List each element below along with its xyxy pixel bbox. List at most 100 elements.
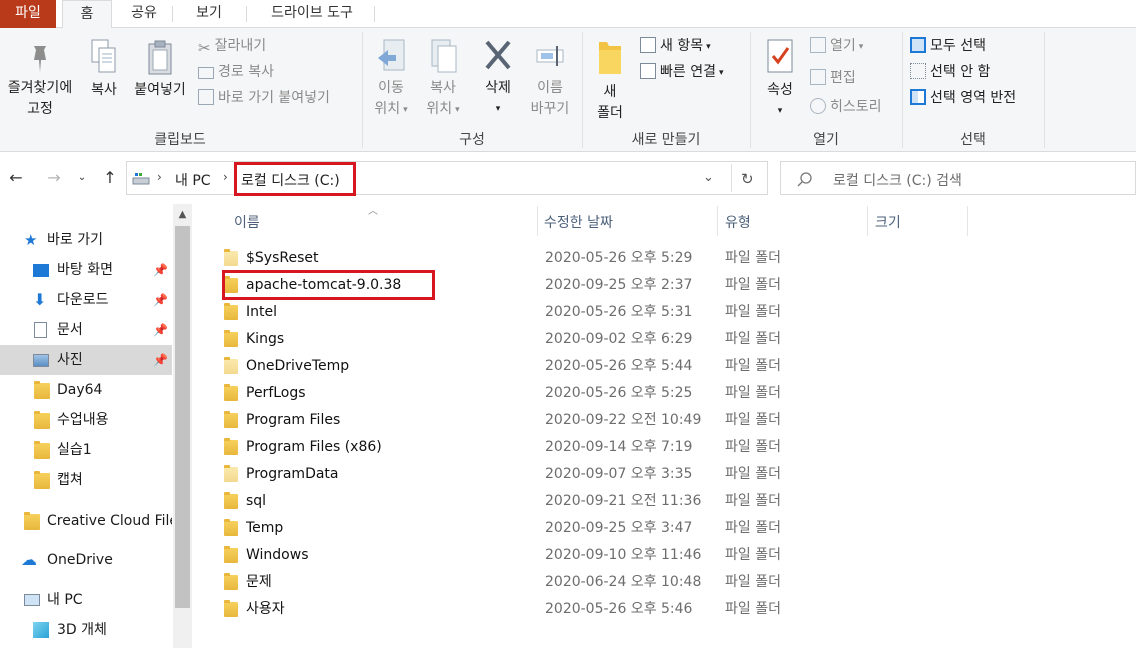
tab-drive-tools[interactable]: 드라이브 도구 bbox=[250, 0, 374, 28]
folder-icon bbox=[34, 471, 50, 489]
file-name: $SysReset bbox=[246, 250, 319, 266]
tab-share[interactable]: 공유 bbox=[116, 0, 172, 28]
search-input[interactable]: 로컬 디스크 (C:) 검색 bbox=[833, 170, 962, 190]
sidebar-item-desktop[interactable]: 바탕 화면 📌 bbox=[0, 255, 172, 285]
file-row[interactable]: 사용자 2020-05-26 오후 5:46 파일 폴더 bbox=[212, 596, 1132, 623]
tab-file[interactable]: 파일 bbox=[0, 0, 56, 28]
select-group-label: 선택 bbox=[960, 132, 986, 148]
file-row[interactable]: Program Files 2020-09-22 오전 10:49 파일 폴더 bbox=[212, 407, 1132, 434]
properties-button[interactable]: 속성 ▾ bbox=[758, 38, 802, 122]
sidebar-label: 바탕 화면 bbox=[57, 262, 113, 278]
column-divider[interactable] bbox=[867, 206, 868, 236]
column-header-type[interactable]: 유형 bbox=[725, 212, 751, 232]
back-button[interactable]: ← bbox=[4, 166, 28, 190]
delete-caret: ▾ bbox=[495, 104, 501, 114]
sidebar-scrollbar[interactable]: ▲ bbox=[173, 204, 192, 648]
sidebar-item-downloads[interactable]: ⬇ 다운로드 📌 bbox=[0, 285, 172, 315]
file-row[interactable]: ProgramData 2020-09-07 오후 3:35 파일 폴더 bbox=[212, 461, 1132, 488]
column-header-size[interactable]: 크기 bbox=[875, 212, 901, 232]
sidebar-item-pictures[interactable]: 사진 📌 bbox=[0, 345, 172, 375]
column-divider[interactable] bbox=[537, 206, 538, 236]
breadcrumb-local-disk[interactable]: 로컬 디스크 (C:) bbox=[241, 170, 340, 190]
invert-selection-button[interactable]: 선택 영역 반전 bbox=[910, 87, 1016, 109]
sidebar-label: OneDrive bbox=[47, 552, 113, 568]
copy-path-button[interactable]: 경로 복사 bbox=[198, 61, 274, 83]
history-button[interactable]: 히스토리 bbox=[810, 96, 882, 118]
edit-button[interactable]: 편집 bbox=[810, 67, 856, 89]
select-all-button[interactable]: 모두 선택 bbox=[910, 35, 986, 57]
file-type: 파일 폴더 bbox=[725, 385, 781, 401]
edit-icon bbox=[810, 69, 826, 85]
column-divider[interactable] bbox=[967, 206, 968, 236]
file-date: 2020-09-02 오후 6:29 bbox=[545, 331, 693, 347]
file-row[interactable]: 문제 2020-06-24 오후 10:48 파일 폴더 bbox=[212, 569, 1132, 596]
file-row[interactable]: Intel 2020-05-26 오후 5:31 파일 폴더 bbox=[212, 299, 1132, 326]
select-none-button[interactable]: 선택 안 함 bbox=[910, 61, 990, 83]
file-row[interactable]: OneDriveTemp 2020-05-26 오후 5:44 파일 폴더 bbox=[212, 353, 1132, 380]
copy-button[interactable]: 복사 bbox=[82, 38, 126, 101]
copy-to-line2: 위치 ▾ bbox=[426, 101, 460, 117]
file-date: 2020-05-26 오후 5:31 bbox=[545, 304, 693, 320]
rename-button[interactable]: 이름 바꾸기 bbox=[522, 38, 578, 120]
sidebar-item-day64[interactable]: Day64 bbox=[0, 375, 172, 405]
file-row[interactable]: Kings 2020-09-02 오후 6:29 파일 폴더 bbox=[212, 326, 1132, 353]
group-divider bbox=[362, 32, 363, 148]
column-header-name[interactable]: 이름 bbox=[234, 212, 260, 232]
up-button[interactable]: ↑ bbox=[98, 166, 122, 190]
scroll-up-arrow-icon[interactable]: ▲ bbox=[173, 206, 192, 224]
column-header-date[interactable]: 수정한 날짜 bbox=[544, 212, 613, 232]
address-dropdown-chevron-icon[interactable]: ⌄ bbox=[703, 170, 714, 185]
tab-divider bbox=[374, 6, 375, 22]
sidebar-item-documents[interactable]: 문서 📌 bbox=[0, 315, 172, 345]
column-divider[interactable] bbox=[717, 206, 718, 236]
desktop-icon bbox=[33, 264, 49, 277]
pin-icon bbox=[34, 46, 46, 72]
recent-locations-button[interactable]: ⌄ bbox=[70, 166, 94, 190]
search-box[interactable]: 로컬 디스크 (C:) 검색 bbox=[780, 161, 1136, 195]
file-name: 사용자 bbox=[246, 601, 285, 617]
new-folder-button[interactable]: 새 폴더 bbox=[588, 38, 632, 124]
sidebar-label: 수업내용 bbox=[57, 412, 109, 428]
sidebar-item-3d-objects[interactable]: 3D 개체 bbox=[0, 615, 172, 645]
new-group-label: 새로 만들기 bbox=[631, 132, 701, 148]
sidebar-quick-access[interactable]: ★ 바로 가기 bbox=[0, 225, 172, 255]
sidebar-label: 문서 bbox=[57, 322, 83, 338]
file-row[interactable]: Windows 2020-09-10 오후 11:46 파일 폴더 bbox=[212, 542, 1132, 569]
sidebar-item-practice1[interactable]: 실습1 bbox=[0, 435, 172, 465]
cut-button[interactable]: ✂ 잘라내기 bbox=[198, 35, 266, 57]
pin-to-quick-access-button[interactable]: 즐겨찾기에 고정 bbox=[0, 42, 80, 120]
scroll-thumb[interactable] bbox=[175, 226, 190, 608]
file-row[interactable]: Temp 2020-09-25 오후 3:47 파일 폴더 bbox=[212, 515, 1132, 542]
paste-shortcut-button[interactable]: 바로 가기 붙여넣기 bbox=[198, 87, 330, 109]
new-item-button[interactable]: 새 항목 ▾ bbox=[640, 35, 711, 57]
sidebar-item-onedrive[interactable]: ☁ OneDrive bbox=[0, 545, 172, 575]
tab-home[interactable]: 홈 bbox=[62, 0, 112, 29]
file-list: ︿ 이름 수정한 날짜 유형 크기 $SysReset 2020-05-26 오후… bbox=[192, 204, 1136, 648]
tab-divider bbox=[246, 6, 247, 22]
sidebar-item-lesson[interactable]: 수업내용 bbox=[0, 405, 172, 435]
folder-icon bbox=[224, 249, 238, 266]
file-row[interactable]: Program Files (x86) 2020-09-14 오후 7:19 파일 … bbox=[212, 434, 1132, 461]
breadcrumb-this-pc[interactable]: 내 PC bbox=[175, 170, 211, 190]
refresh-icon[interactable]: ↻ bbox=[741, 170, 754, 188]
tab-view[interactable]: 보기 bbox=[176, 0, 242, 28]
file-row[interactable]: apache-tomcat-9.0.38 2020-09-25 오후 2:37 파일… bbox=[212, 272, 1132, 299]
easy-access-button[interactable]: 빠른 연결 ▾ bbox=[640, 61, 724, 83]
delete-button[interactable]: 삭제 ▾ bbox=[476, 38, 520, 120]
folder-icon bbox=[224, 438, 238, 455]
forward-button[interactable]: → bbox=[42, 166, 66, 190]
open-button[interactable]: 열기 ▾ bbox=[810, 35, 863, 57]
file-row[interactable]: sql 2020-09-21 오전 11:36 파일 폴더 bbox=[212, 488, 1132, 515]
file-row[interactable]: PerfLogs 2020-05-26 오후 5:25 파일 폴더 bbox=[212, 380, 1132, 407]
address-bar[interactable]: › 내 PC › 로컬 디스크 (C:) ⌄ ↻ bbox=[126, 161, 768, 195]
paste-button[interactable]: 붙여넣기 bbox=[128, 38, 192, 101]
sidebar-item-capture[interactable]: 캡쳐 bbox=[0, 465, 172, 495]
copy-to-button[interactable]: 복사 위치 ▾ bbox=[418, 38, 468, 121]
move-to-button[interactable]: 이동 위치 ▾ bbox=[366, 38, 416, 121]
folder-icon bbox=[224, 573, 238, 590]
sidebar-item-creative-cloud[interactable]: Creative Cloud Files bbox=[0, 506, 172, 536]
sidebar-item-this-pc[interactable]: 내 PC bbox=[0, 585, 172, 615]
file-row[interactable]: $SysReset 2020-05-26 오후 5:29 파일 폴더 bbox=[212, 245, 1132, 272]
history-icon bbox=[810, 98, 826, 114]
file-type: 파일 폴더 bbox=[725, 574, 781, 590]
